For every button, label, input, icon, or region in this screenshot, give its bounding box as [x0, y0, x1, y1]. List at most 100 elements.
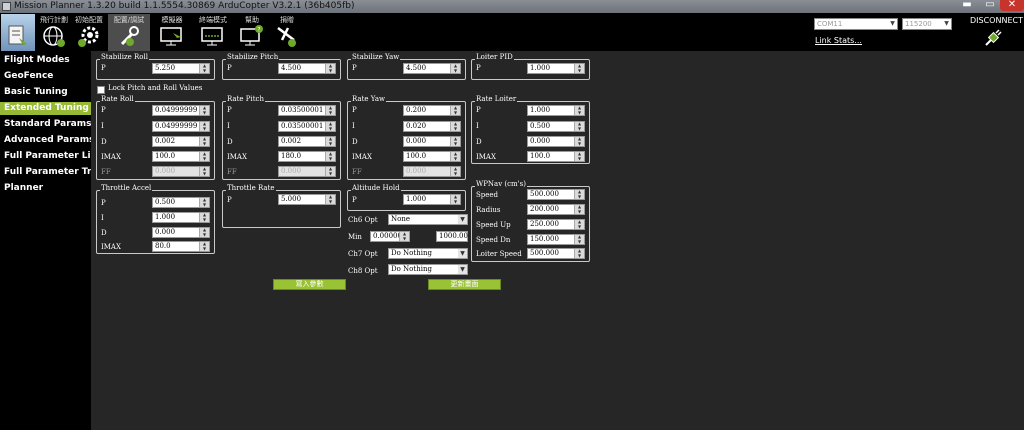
spinner-icon[interactable]: ▲ ▼ [325, 105, 335, 115]
link-stats-link[interactable]: Link Stats... [815, 36, 862, 45]
spinner-icon[interactable]: ▲ ▼ [199, 136, 209, 146]
spinner-icon[interactable]: ▲ ▼ [574, 136, 584, 146]
stabilize-roll-p-input[interactable]: 5.250 ▲ ▼ [152, 63, 210, 74]
spinner-icon[interactable]: ▲ ▼ [450, 63, 460, 73]
svg-text:?: ? [257, 27, 260, 34]
spinner-icon[interactable]: ▲ ▼ [199, 151, 209, 161]
spinner-icon[interactable]: ▲ ▼ [450, 194, 460, 204]
sidebar-item-advanced-params[interactable]: Advanced Params [4, 135, 94, 145]
spinner-icon[interactable]: ▲ ▼ [574, 248, 584, 258]
sidebar-item-full-parameter-list[interactable]: Full Parameter List [4, 151, 100, 161]
altitude-hold-p-input[interactable]: 1.000 ▲ ▼ [403, 194, 461, 205]
rate-yaw-d-input[interactable]: 0.000 ▲ ▼ [403, 136, 461, 147]
rate-roll-d-input[interactable]: 0.002 ▲ ▼ [152, 136, 210, 147]
menu-config-tuning[interactable]: 配置/調試 [108, 14, 150, 52]
throttle-accel-imax-input[interactable]: 80.0 ▲ ▼ [152, 241, 210, 252]
menu-initial-setup[interactable]: 初始配置 [72, 14, 106, 52]
spinner-icon[interactable]: ▲ ▼ [199, 227, 209, 237]
wpnav-radius-input[interactable]: 200.000 ▲ ▼ [527, 204, 585, 215]
spinner-icon[interactable]: ▲ ▼ [199, 63, 209, 73]
rate-pitch-imax-input[interactable]: 180.0 ▲ ▼ [278, 151, 336, 162]
wpnav-speed-dn-input[interactable]: 150.000 ▲ ▼ [527, 234, 585, 245]
donate-plane-icon [277, 27, 296, 47]
spinner-icon[interactable]: ▲ ▼ [450, 121, 460, 131]
ch6-min-input[interactable]: 0.00000 ▲ ▼ [370, 231, 410, 242]
menu-simulation[interactable]: 模擬器 [154, 14, 190, 52]
menu-flight-plan[interactable]: 飛行計劃 [38, 14, 70, 52]
sidebar-item-planner[interactable]: Planner [4, 183, 43, 193]
spinner-icon[interactable]: ▲ ▼ [450, 105, 460, 115]
spinner-icon[interactable]: ▲ ▼ [450, 136, 460, 146]
lock-pitch-roll-label: Lock Pitch and Roll Values [108, 84, 203, 92]
spinner-icon[interactable]: ▲ ▼ [574, 151, 584, 161]
spinner-icon[interactable]: ▲ ▼ [199, 121, 209, 131]
ch6-max-input[interactable]: 1000.00 [436, 231, 468, 242]
sidebar-item-geofence[interactable]: GeoFence [4, 71, 53, 81]
menu-help[interactable]: 幫助 ? [236, 14, 268, 52]
throttle-accel-i-input[interactable]: 1.000 ▲ ▼ [152, 212, 210, 223]
rate-loiter-i-input[interactable]: 0.500 ▲ ▼ [527, 121, 585, 132]
spinner-icon[interactable]: ▲ ▼ [325, 121, 335, 131]
wrench-icon [120, 26, 139, 46]
loiter-pid-p-input[interactable]: 1.000 ▲ ▼ [527, 63, 585, 74]
spinner-icon[interactable]: ▲ ▼ [199, 105, 209, 115]
sidebar-item-extended-tuning[interactable]: Extended Tuning [0, 102, 91, 115]
spinner-icon[interactable]: ▲ ▼ [574, 234, 584, 244]
spinner-icon[interactable]: ▲ ▼ [325, 194, 335, 204]
rate-yaw-i-input[interactable]: 0.020 ▲ ▼ [403, 121, 461, 132]
sidebar-item-full-parameter-tree[interactable]: Full Parameter Tree [4, 167, 104, 177]
baud-rate-select[interactable]: 115200 ▼ [902, 18, 952, 30]
spinner-icon[interactable]: ▲ ▼ [199, 212, 209, 222]
sidebar-item-flight-modes[interactable]: Flight Modes [4, 55, 70, 65]
stabilize-yaw-p-input[interactable]: 4.500 ▲ ▼ [403, 63, 461, 74]
sidebar-item-standard-params[interactable]: Standard Params [4, 119, 91, 129]
spinner-icon[interactable]: ▲ ▼ [574, 63, 584, 73]
com-port-select[interactable]: COM11 ▼ [814, 18, 898, 30]
maximize-button[interactable]: ▭ [980, 0, 1000, 11]
minimize-button[interactable]: ▬ [955, 0, 979, 11]
rate-loiter-p-input[interactable]: 1.000 ▲ ▼ [527, 105, 585, 116]
throttle-accel-d-input[interactable]: 0.000 ▲ ▼ [152, 227, 210, 238]
spinner-icon[interactable]: ▲ ▼ [325, 136, 335, 146]
wpnav-speed-up-input[interactable]: 250.000 ▲ ▼ [527, 219, 585, 230]
spinner-icon[interactable]: ▲ ▼ [325, 63, 335, 73]
rate-roll-i-input[interactable]: 0.04999999 ▲ ▼ [152, 121, 210, 132]
spinner-icon[interactable]: ▲ ▼ [199, 241, 209, 251]
spinner-icon[interactable]: ▲ ▼ [450, 151, 460, 161]
refresh-screen-button[interactable]: 更新畫面 [428, 279, 501, 290]
menu-flight-data[interactable] [1, 14, 35, 52]
spinner-icon[interactable]: ▲ ▼ [574, 189, 584, 199]
wpnav-speed-input[interactable]: 500.000 ▲ ▼ [527, 189, 585, 200]
rate-pitch-d-input[interactable]: 0.002 ▲ ▼ [278, 136, 336, 147]
rate-pitch-ff-input: 0.000 ▲ ▼ [278, 166, 336, 177]
throttle-rate-p-input[interactable]: 5.000 ▲ ▼ [278, 194, 336, 205]
wpnav-loiter-speed-input[interactable]: 500.000 ▲ ▼ [527, 248, 585, 259]
spinner-icon[interactable]: ▲ ▼ [574, 204, 584, 214]
menu-terminal[interactable]: 終端模式 [194, 14, 232, 52]
ch8-opt-select[interactable]: Do Nothing ▼ [388, 264, 468, 275]
stabilize-pitch-p-input[interactable]: 4.500 ▲ ▼ [278, 63, 336, 74]
spinner-icon[interactable]: ▲ ▼ [199, 197, 209, 207]
rate-loiter-imax-input[interactable]: 100.0 ▲ ▼ [527, 151, 585, 162]
spinner-icon[interactable]: ▲ ▼ [574, 219, 584, 229]
rate-yaw-imax-input[interactable]: 100.0 ▲ ▼ [403, 151, 461, 162]
menu-donate[interactable]: 捐贈 [272, 14, 302, 52]
sidebar-item-basic-tuning[interactable]: Basic Tuning [4, 87, 68, 97]
close-button[interactable]: ✕ [1000, 0, 1024, 11]
spinner-icon[interactable]: ▲ ▼ [399, 231, 409, 241]
rate-roll-p-input[interactable]: 0.04999999 ▲ ▼ [152, 105, 210, 116]
plug-icon[interactable] [983, 28, 1003, 48]
spinner-icon[interactable]: ▲ ▼ [325, 151, 335, 161]
write-params-button[interactable]: 寫入參數 [273, 279, 346, 290]
spinner-icon[interactable]: ▲ ▼ [574, 121, 584, 131]
rate-pitch-p-input[interactable]: 0.03500001 ▲ ▼ [278, 105, 336, 116]
lock-pitch-roll-checkbox[interactable] [97, 86, 105, 94]
rate-loiter-d-input[interactable]: 0.000 ▲ ▼ [527, 136, 585, 147]
ch6-opt-select[interactable]: None ▼ [388, 214, 468, 225]
rate-pitch-i-input[interactable]: 0.03500001 ▲ ▼ [278, 121, 336, 132]
rate-roll-imax-input[interactable]: 100.0 ▲ ▼ [152, 151, 210, 162]
throttle-accel-p-input[interactable]: 0.500 ▲ ▼ [152, 197, 210, 208]
rate-yaw-p-input[interactable]: 0.200 ▲ ▼ [403, 105, 461, 116]
ch7-opt-select[interactable]: Do Nothing ▼ [388, 248, 468, 259]
spinner-icon[interactable]: ▲ ▼ [574, 105, 584, 115]
